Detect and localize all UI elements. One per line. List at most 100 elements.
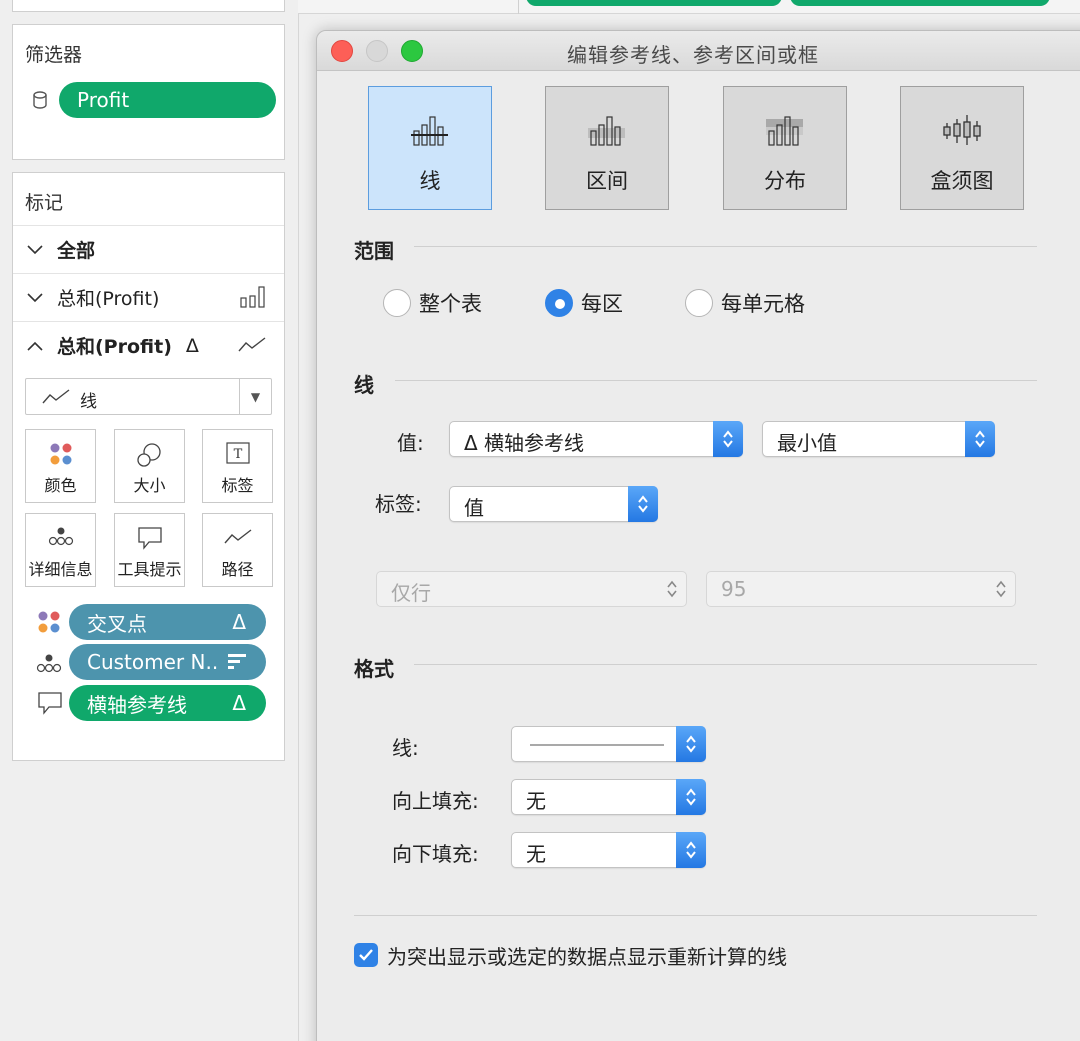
path-button[interactable]: 路径 <box>202 513 273 587</box>
minimize-window-button[interactable] <box>366 40 388 62</box>
svg-text:T: T <box>233 447 242 462</box>
fill-below-select[interactable]: 无 <box>511 832 706 868</box>
radio-label: 整个表 <box>419 292 482 316</box>
filters-panel: 筛选器 Profit <box>12 24 285 160</box>
marks-row-sum-profit-line[interactable]: 总和(Profit) Δ <box>13 321 284 369</box>
recalc-checkbox-label: 为突出显示或选定的数据点显示重新计算的线 <box>387 945 787 969</box>
scope-radio-per-pane[interactable]: 每区 <box>545 288 623 318</box>
tab-line-label: 线 <box>419 169 441 193</box>
label-field-label: 标签: <box>375 492 422 516</box>
filter-pill-label: Profit <box>77 88 130 112</box>
aggregation-select[interactable]: 最小值 <box>762 421 995 457</box>
marks-row-label: 总和(Profit) <box>57 336 172 358</box>
tab-distribution[interactable]: 分布 <box>723 86 847 210</box>
value-field-label: 值: <box>397 431 424 455</box>
color-button-label: 颜色 <box>44 476 77 495</box>
aggregation-text: 最小值 <box>777 431 837 455</box>
field-pill-intersection[interactable]: 交叉点 Δ <box>69 604 266 640</box>
percentile-select-disabled: 95 <box>706 571 1016 607</box>
section-divider <box>395 380 1037 381</box>
updown-chevron-icon <box>965 421 995 457</box>
fill-below-text: 无 <box>526 842 546 866</box>
text-label-icon: T <box>203 442 272 464</box>
path-icon <box>203 526 272 548</box>
updown-chevron-icon <box>713 421 743 457</box>
tooltip-icon <box>115 526 184 550</box>
reference-band-icon <box>546 113 668 147</box>
updown-chevron-icon <box>628 486 658 522</box>
detail-icon <box>26 526 95 546</box>
format-section-label: 格式 <box>354 657 394 681</box>
section-divider <box>354 915 1037 916</box>
tab-distribution-label: 分布 <box>764 169 806 193</box>
zoom-window-button[interactable] <box>401 40 423 62</box>
section-divider <box>414 664 1037 665</box>
dialog-titlebar[interactable]: 编辑参考线、参考区间或框 <box>317 31 1080 71</box>
radio-button[interactable] <box>685 289 713 317</box>
radio-button[interactable] <box>383 289 411 317</box>
fill-above-label: 向上填充: <box>392 789 479 813</box>
sort-icon <box>228 650 246 674</box>
marks-row-sum-profit-bar[interactable]: 总和(Profit) <box>13 273 284 321</box>
recalc-checkbox[interactable] <box>354 943 378 967</box>
line-style-select[interactable] <box>511 726 706 762</box>
field-pill-label: 横轴参考线 <box>87 692 187 717</box>
section-divider <box>414 246 1037 247</box>
bar-mark-icon <box>240 286 266 312</box>
line-style-sample <box>530 744 664 746</box>
value-field-select[interactable]: Δ 横轴参考线 <box>449 421 743 457</box>
label-button[interactable]: T 标签 <box>202 429 273 503</box>
mark-type-label: 线 <box>80 392 97 412</box>
radio-label: 每区 <box>581 292 623 316</box>
fill-below-label: 向下填充: <box>392 842 479 866</box>
delta-icon: Δ <box>232 691 246 715</box>
distribution-icon <box>724 113 846 147</box>
close-window-button[interactable] <box>331 40 353 62</box>
marks-row-label: 全部 <box>57 240 96 262</box>
updown-chevron-icon <box>676 779 706 815</box>
scope-radio-entire-table[interactable]: 整个表 <box>383 288 482 318</box>
chevron-up-icon <box>27 336 47 355</box>
label-select[interactable]: 值 <box>449 486 658 522</box>
field-pill-label: Customer N.. <box>87 650 219 674</box>
size-button[interactable]: 大小 <box>114 429 185 503</box>
detail-button-label: 详细信息 <box>28 560 93 579</box>
tooltip-button[interactable]: 工具提示 <box>114 513 185 587</box>
tab-band[interactable]: 区间 <box>545 86 669 210</box>
dialog-title: 编辑参考线、参考区间或框 <box>567 43 819 67</box>
box-plot-icon <box>901 113 1023 147</box>
marks-row-all[interactable]: 全部 <box>13 225 284 273</box>
tab-line[interactable]: 线 <box>368 86 492 210</box>
tab-box-plot[interactable]: 盒须图 <box>900 86 1024 210</box>
background-app-toolbar <box>298 0 1080 14</box>
database-icon <box>33 91 47 113</box>
divider <box>298 14 299 1041</box>
detail-button[interactable]: 详细信息 <box>25 513 96 587</box>
color-icon <box>37 610 61 638</box>
updown-chevron-icon <box>676 726 706 762</box>
radio-button-selected[interactable] <box>545 289 573 317</box>
line-mark-icon <box>238 334 266 360</box>
radio-label: 每单元格 <box>721 292 805 316</box>
detail-icon <box>36 653 62 677</box>
fill-above-select[interactable]: 无 <box>511 779 706 815</box>
color-icon <box>26 442 95 466</box>
disabled-select-text: 仅行 <box>391 581 431 605</box>
value-field-text: Δ 横轴参考线 <box>464 431 585 455</box>
delta-icon: Δ <box>185 334 199 357</box>
marks-title: 标记 <box>25 192 64 214</box>
marks-panel: 标记 全部 总和(Profit) 总和(Profit) Δ 线 ▼ 颜色 大小 … <box>12 172 285 761</box>
tab-box-plot-label: 盒须图 <box>930 169 994 193</box>
label-button-label: 标签 <box>221 476 254 495</box>
field-pill-axis-reference-line[interactable]: 横轴参考线 Δ <box>69 685 266 721</box>
scope-radio-per-cell[interactable]: 每单元格 <box>685 288 805 318</box>
updown-chevron-icon <box>986 571 1016 607</box>
updown-chevron-icon <box>657 571 687 607</box>
filter-pill-profit[interactable]: Profit <box>59 82 276 118</box>
reference-line-icon <box>369 113 491 147</box>
mark-type-select[interactable]: 线 ▼ <box>25 378 272 415</box>
fill-above-text: 无 <box>526 789 546 813</box>
line-section-label: 线 <box>354 373 374 397</box>
color-button[interactable]: 颜色 <box>25 429 96 503</box>
field-pill-customer-name[interactable]: Customer N.. <box>69 644 266 680</box>
